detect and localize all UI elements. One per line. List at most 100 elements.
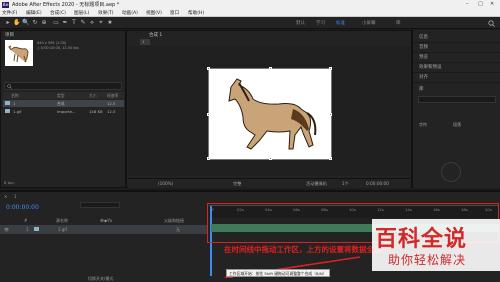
work-area-tooltip: 工作区域开始：按住 Shift 键拖动可调整整个合成（B/N） [226, 269, 330, 277]
maximize-button[interactable]: □ [478, 1, 483, 7]
project-search-input[interactable] [4, 82, 122, 90]
comp-sub-tab[interactable]: 1 [140, 39, 150, 45]
pen-tool-icon[interactable]: ✒ [61, 19, 69, 27]
library-search-input[interactable] [418, 96, 496, 103]
rectangle-tool-icon[interactable]: ▭ [52, 19, 60, 27]
menu-help[interactable]: 帮助(H) [188, 10, 204, 16]
menu-file[interactable]: 文件(F) [2, 10, 17, 16]
panel-audio[interactable]: 音频 [419, 44, 428, 50]
brush-tool-icon[interactable]: ✎ [79, 19, 87, 27]
col-parent[interactable]: 父级和链接 [164, 218, 184, 224]
views-select[interactable]: 1个 [342, 181, 349, 187]
close-button[interactable]: ✕ [490, 1, 494, 7]
zoom-tool-icon[interactable]: 🔍 [22, 19, 30, 27]
zoom-select[interactable]: (100%) [158, 181, 173, 186]
layer-parent[interactable]: 无 [176, 227, 180, 233]
col-switches[interactable]: 单◆\fx [100, 218, 112, 224]
workspace-learn[interactable]: 学习 [316, 20, 325, 26]
toggle-switches-modes[interactable]: 切换开关/模式 [88, 276, 113, 282]
menu-effect[interactable]: 效果(T) [98, 10, 114, 16]
watermark-subtitle: 助你轻松解决 [388, 253, 467, 267]
project-column-header: 名称 类型 大小 帧速率 [3, 92, 124, 99]
panel-effects-presets[interactable]: 效果和预设 [419, 64, 442, 70]
type-tool-icon[interactable]: T [70, 19, 78, 27]
column-type[interactable]: 类型 [57, 93, 65, 99]
transform-handle[interactable] [329, 113, 332, 116]
row-type: 合成 [57, 101, 65, 106]
transform-handle[interactable] [207, 67, 210, 70]
menu-edit[interactable]: 编辑(E) [26, 10, 42, 16]
cc-library-icon [441, 162, 461, 182]
camera-select[interactable]: 活动摄像机 [306, 181, 327, 187]
project-row[interactable]: 1 合成 12.5 [3, 100, 124, 107]
col-index: # [24, 218, 28, 223]
column-name[interactable]: 名称 [11, 93, 19, 99]
workspace-default[interactable]: 默认 [296, 20, 305, 26]
column-fps[interactable]: 帧速率 [107, 93, 118, 99]
puppet-tool-icon[interactable]: ⌖ [97, 19, 105, 27]
roto-tool-icon[interactable]: ⟡ [88, 19, 96, 27]
menu-layer[interactable]: 图层(L) [74, 10, 89, 16]
search-icon [7, 84, 12, 89]
column-size[interactable]: 大小 [89, 93, 97, 99]
search-icon[interactable] [488, 20, 495, 27]
composition-tab[interactable]: 合成 1 [149, 32, 162, 38]
menu-composition[interactable]: 合成(C) [50, 10, 66, 16]
workspace-standard[interactable]: 标准 [336, 20, 345, 26]
project-tab[interactable]: 项目 [5, 32, 14, 38]
layer-label-color[interactable] [34, 227, 39, 231]
menu-view[interactable]: 视图(V) [146, 10, 162, 16]
workspace-small-screen[interactable]: 小屏幕 [362, 20, 376, 26]
minimize-button[interactable]: – [466, 1, 469, 7]
rotate-tool-icon[interactable]: ↻ [31, 19, 39, 27]
project-row[interactable]: 1.gif Importe... 148 KB 12.5 [3, 108, 124, 115]
footage-icon [5, 109, 10, 113]
divider [413, 82, 500, 83]
panel-info[interactable]: 信息 [419, 34, 428, 40]
panel-character[interactable]: 字符 [419, 122, 427, 128]
workspace-library[interactable]: 库 [396, 20, 401, 26]
panel-preview[interactable]: 预览 [419, 54, 428, 60]
right-panel-stack: 信息 音频 预览 效果和预设 对齐 库 字符 段落 [412, 30, 500, 188]
selection-tool-icon[interactable]: ▸ [4, 19, 12, 27]
row-fps: 12.5 [107, 101, 116, 106]
layer-name[interactable]: 1.gif [58, 227, 67, 232]
app-logo: Ae [2, 1, 9, 8]
window-title: Adobe After Effects 2020 - 无标题项目.aep * [12, 2, 120, 8]
timeline-tab[interactable]: 1 [14, 194, 17, 199]
timeline-search-input[interactable] [80, 202, 120, 208]
transform-handle[interactable] [269, 67, 272, 70]
col-source-name[interactable]: 源名称 [56, 218, 68, 224]
row-fps: 12.5 [107, 109, 116, 114]
transform-handle[interactable] [329, 67, 332, 70]
timeline-timecode[interactable]: 0:00:00:00 [6, 204, 39, 211]
layer-row[interactable]: 👁 1 1.gif 无 [0, 225, 207, 234]
divider [413, 72, 500, 73]
composition-canvas[interactable] [207, 67, 332, 160]
row-size: 148 KB [89, 109, 103, 114]
hand-tool-icon[interactable]: ✋ [13, 19, 21, 27]
menu-bar: 文件(F) 编辑(E) 合成(C) 图层(L) 效果(T) 动画(A) 视图(V… [0, 9, 500, 17]
camera-tool-icon[interactable]: ⊕ [40, 19, 48, 27]
divider [413, 42, 500, 43]
project-thumbnail [5, 40, 33, 66]
viewer-timecode[interactable]: 0:00:00:00 [366, 181, 389, 186]
divider [413, 62, 500, 63]
transform-handle[interactable] [329, 157, 332, 160]
timeline-close-icon[interactable]: ✕ [4, 194, 7, 199]
panel-align[interactable]: 对齐 [419, 74, 428, 80]
transform-handle[interactable] [269, 157, 272, 160]
transform-handle[interactable] [207, 157, 210, 160]
resolution-select[interactable]: 完整 [233, 181, 241, 187]
visibility-icon[interactable]: 👁 [4, 227, 9, 232]
bit-depth[interactable]: 8 bpc [4, 180, 15, 185]
horse-image [228, 78, 317, 150]
transform-handle[interactable] [207, 113, 210, 116]
menu-animation[interactable]: 动画(A) [122, 10, 138, 16]
row-name: 1 [13, 101, 16, 106]
annotation-text: 在时间线中拖动工作区，上方的设置将数据全部 [224, 245, 382, 254]
menu-window[interactable]: 窗口 [170, 10, 179, 16]
panel-library[interactable]: 库 [419, 86, 424, 92]
star-tool-icon[interactable]: ★ [106, 19, 114, 27]
panel-paragraph[interactable]: 段落 [453, 122, 461, 128]
